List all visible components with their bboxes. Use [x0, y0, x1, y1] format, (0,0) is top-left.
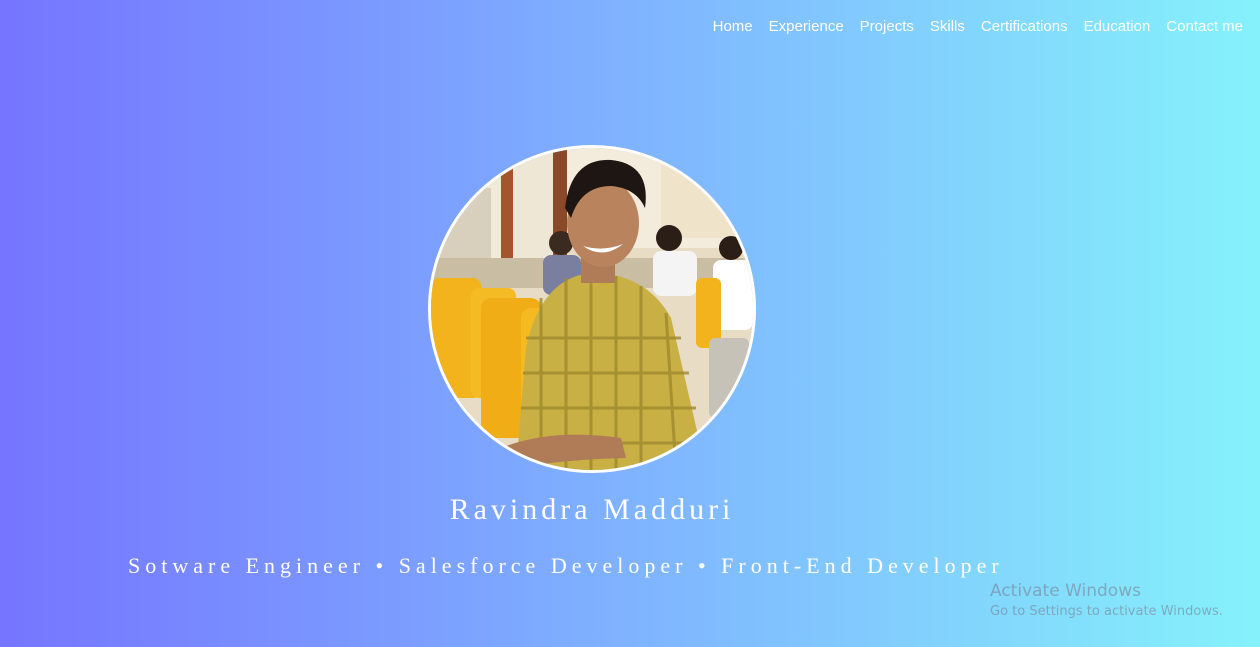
profile-photo-image: [431, 148, 753, 470]
role-tagline: Sotware Engineer • Salesforce Developer …: [128, 553, 1004, 578]
watermark-title: Activate Windows: [990, 581, 1141, 601]
watermark-subtitle: Go to Settings to activate Windows.: [990, 604, 1223, 619]
profile-avatar: [428, 145, 756, 473]
hero-section: Ravindra Madduri Sotware Engineer • Sale…: [0, 0, 1260, 647]
windows-activation-watermark: Activate Windows Go to Settings to activ…: [990, 580, 1223, 622]
person-name: Ravindra Madduri: [449, 493, 735, 526]
